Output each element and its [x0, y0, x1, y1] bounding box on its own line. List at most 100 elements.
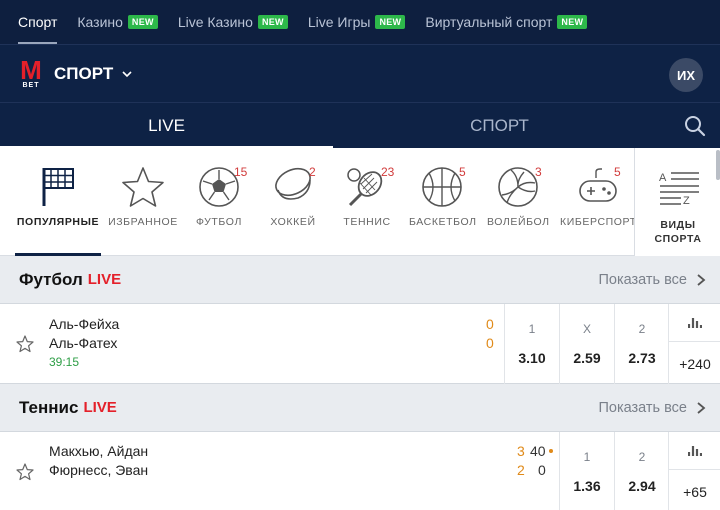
show-all-link[interactable]: Показать все: [598, 384, 706, 432]
favorite-star-icon[interactable]: [16, 463, 34, 481]
event-count: 3: [535, 165, 542, 179]
tab-sport[interactable]: СПОРТ: [333, 103, 666, 149]
nav-item-label: Live Казино: [177, 14, 253, 30]
more-markets-count[interactable]: +65: [669, 472, 720, 510]
section-title: Теннис: [19, 397, 79, 417]
nav-item-casino[interactable]: Казино NEW: [77, 0, 158, 44]
all-sports-label: ВИДЫ СПОРТА: [635, 218, 720, 246]
basketball-icon: [422, 167, 462, 207]
sport-esports[interactable]: 5 КИБЕРСПОРТ: [556, 148, 634, 256]
odd-value: 3.10: [518, 350, 546, 366]
nav-item-sport[interactable]: Спорт: [18, 0, 58, 44]
sports-filter-row: ПОПУЛЯРНЫЕ ИЗБРАННОЕ 15 ФУТБОЛ 2 ХОККЕЙ …: [0, 148, 720, 256]
new-badge: NEW: [257, 15, 288, 29]
nav-item-live-casino[interactable]: Live Казино NEW: [178, 0, 288, 44]
team-home: Аль-Фейха: [49, 316, 120, 332]
sets-home: 3: [517, 443, 525, 459]
event-count: 5: [459, 165, 466, 179]
chevron-right-icon: [697, 402, 706, 414]
odd-key: 1: [583, 450, 591, 464]
show-all-label: Показать все: [598, 400, 687, 416]
gamepad-icon: [579, 168, 617, 202]
match-time: 39:15: [49, 355, 80, 369]
nav-item-label: Виртуальный спорт: [425, 14, 553, 30]
main-tabs: LIVE СПОРТ: [0, 102, 720, 149]
logo-letter: M: [20, 54, 42, 85]
stats-button[interactable]: [669, 304, 720, 342]
sport-popular[interactable]: ПОПУЛЯРНЫЕ: [15, 148, 101, 256]
odd-value: 2.94: [628, 478, 656, 494]
section-header-tennis: Теннис LIVE Показать все: [0, 384, 720, 432]
new-badge: NEW: [127, 15, 158, 29]
nav-item-live-games[interactable]: Live Игры NEW: [308, 0, 406, 44]
points-away: 0: [538, 462, 546, 478]
event-count: 5: [614, 165, 621, 179]
nav-item-virtual-sport[interactable]: Виртуальный спорт NEW: [425, 0, 588, 44]
mbet-logo[interactable]: M BET: [18, 57, 44, 91]
sport-label: КИБЕРСПОРТ: [560, 216, 634, 228]
sport-label: БАСКЕТБОЛ: [409, 216, 477, 228]
odd-button-x[interactable]: X 2.59: [559, 304, 614, 384]
odd-key: 1: [528, 322, 536, 336]
star-icon: [122, 167, 164, 207]
more-markets: +240: [668, 304, 720, 384]
flag-icon: [42, 168, 74, 206]
bar-chart-icon: [688, 318, 702, 328]
section-header-football: Футбол LIVE Показать все: [0, 256, 720, 304]
odd-value: 2.59: [573, 350, 601, 366]
all-sports-button[interactable]: A Z ВИДЫ СПОРТА: [634, 148, 720, 256]
odd-button-1[interactable]: 1 3.10: [504, 304, 559, 384]
odd-button-2[interactable]: 2 2.73: [614, 304, 669, 384]
odd-key: 2: [638, 322, 646, 336]
chevron-down-icon[interactable]: [121, 68, 133, 80]
favorite-star-icon[interactable]: [16, 335, 34, 353]
nav-item-label: Live Игры: [307, 14, 371, 30]
show-all-link[interactable]: Показать все: [598, 256, 706, 304]
odd-button-2[interactable]: 2 2.94: [614, 432, 669, 510]
nav-item-label: Казино: [77, 14, 123, 30]
new-badge: NEW: [557, 15, 588, 29]
live-label: LIVE: [83, 399, 117, 416]
tab-live[interactable]: LIVE: [0, 103, 333, 149]
stats-button[interactable]: [669, 432, 720, 470]
az-letter-z: Z: [683, 195, 690, 207]
sport-volleyball[interactable]: 3 ВОЛЕЙБОЛ: [478, 148, 560, 256]
volleyball-icon: [498, 167, 538, 207]
user-avatar[interactable]: ИХ: [669, 58, 703, 92]
sport-label: ФУТБОЛ: [196, 216, 242, 228]
team-away: Фюрнесс, Эван: [49, 462, 149, 478]
team-away: Аль-Фатех: [49, 335, 118, 351]
event-count: 2: [309, 165, 316, 179]
sport-hockey[interactable]: 2 ХОККЕЙ: [252, 148, 334, 256]
odd-value: 1.36: [573, 478, 601, 494]
sport-tennis[interactable]: 23 ТЕННИС: [326, 148, 408, 256]
score-home: 0: [486, 316, 494, 332]
event-count: 23: [381, 165, 395, 179]
odd-button-1[interactable]: 1 1.36: [559, 432, 614, 510]
tennis-icon: [347, 168, 383, 207]
all-sports-line2: СПОРТА: [654, 233, 702, 245]
az-list-icon: A Z: [659, 172, 699, 207]
serving-indicator: [549, 449, 553, 453]
search-icon[interactable]: [684, 115, 706, 137]
sport-label: ВОЛЕЙБОЛ: [487, 216, 550, 228]
all-sports-line1: ВИДЫ: [660, 219, 696, 231]
event-count: 15: [234, 165, 248, 179]
more-markets-count[interactable]: +240: [669, 344, 720, 384]
odd-value: 2.73: [628, 350, 656, 366]
bar-chart-icon: [688, 446, 702, 456]
event-row-football[interactable]: Аль-Фейха Аль-Фатех 39:15 0 0 1 3.10 X 2.5…: [0, 304, 720, 384]
section-switcher-title[interactable]: СПОРТ: [54, 64, 113, 84]
sport-label: ХОККЕЙ: [270, 216, 316, 228]
sets-away: 2: [517, 462, 525, 478]
scrollbar-thumb[interactable]: [716, 150, 720, 180]
nav-item-label: Спорт: [18, 14, 58, 30]
event-row-tennis[interactable]: Макхью, Айдан Фюрнесс, Эван 3 2 40 0 1 1.…: [0, 432, 720, 510]
section-title: Футбол: [19, 269, 83, 289]
score-away: 0: [486, 335, 494, 351]
logo-sub: BET: [22, 81, 40, 89]
sport-favorites[interactable]: ИЗБРАННОЕ: [102, 148, 184, 256]
sport-label: ПОПУЛЯРНЫЕ: [16, 216, 100, 228]
sport-basketball[interactable]: 5 БАСКЕТБОЛ: [402, 148, 484, 256]
sport-football[interactable]: 15 ФУТБОЛ: [178, 148, 260, 256]
